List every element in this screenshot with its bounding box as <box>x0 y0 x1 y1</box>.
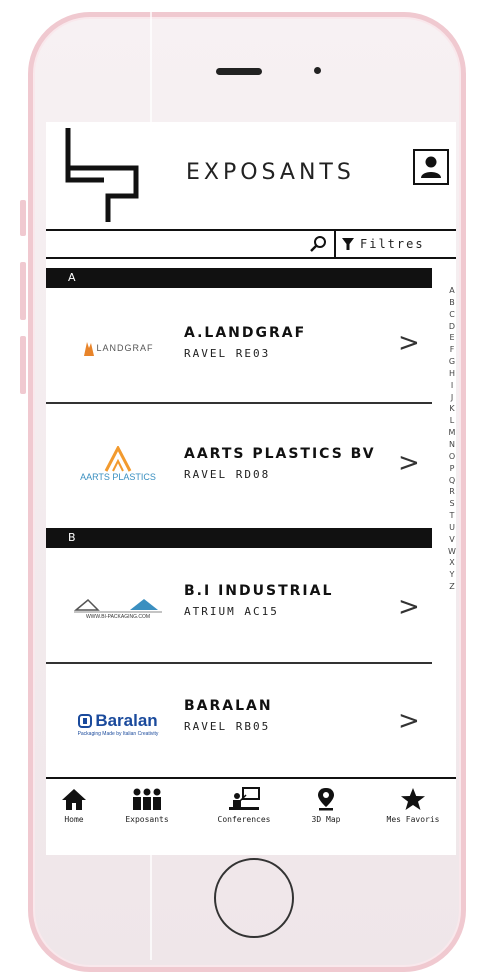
index-letter[interactable]: L <box>447 415 456 427</box>
section-header-a: A <box>46 268 432 288</box>
filter-icon <box>342 238 354 250</box>
exhibitor-name: AARTS PLASTICS BV <box>184 446 376 462</box>
app-screen: EXPOSANTS Filtres A LANDGRAF A.LANDGRAF … <box>46 122 456 855</box>
chevron-right-icon: > <box>398 592 420 622</box>
tab-3d-map[interactable]: 3D Map <box>306 787 346 824</box>
volume-up-button <box>20 262 26 320</box>
index-letter[interactable]: S <box>447 498 456 510</box>
index-letter[interactable]: T <box>447 510 456 522</box>
section-header-b: B <box>46 528 432 548</box>
tab-exposants[interactable]: Exposants <box>118 787 176 824</box>
lp-logo <box>65 128 139 222</box>
home-icon <box>62 789 86 810</box>
index-letter[interactable]: X <box>447 557 456 569</box>
index-letter[interactable]: J <box>447 392 456 404</box>
index-letter[interactable]: Y <box>447 569 456 581</box>
exhibitor-location: RAVEL RB05 <box>184 720 271 733</box>
exhibitor-location: RAVEL RD08 <box>184 468 271 481</box>
user-icon <box>421 156 441 178</box>
home-button[interactable] <box>214 858 294 938</box>
speaker-grille <box>216 68 262 75</box>
filter-button[interactable]: Filtres <box>334 231 425 257</box>
chevron-right-icon: > <box>398 706 420 736</box>
mute-switch <box>20 200 26 236</box>
index-letter[interactable]: K <box>447 403 456 415</box>
index-letter[interactable]: U <box>447 522 456 534</box>
index-letter[interactable]: P <box>447 463 456 475</box>
alphabet-index[interactable]: ABCDEFGHIJKLMNOPQRSTUVWXYZ <box>447 285 456 593</box>
exhibitor-name: B.I INDUSTRIAL <box>184 583 334 599</box>
bi-industrial-mark-icon <box>73 598 162 613</box>
exhibitor-logo: LANDGRAF <box>62 288 174 408</box>
index-letter[interactable]: B <box>447 297 456 309</box>
index-letter[interactable]: E <box>447 332 456 344</box>
exhibitor-name: A.LANDGRAF <box>184 325 307 341</box>
index-letter[interactable]: N <box>447 439 456 451</box>
volume-down-button <box>20 336 26 394</box>
index-letter[interactable]: R <box>447 486 456 498</box>
exhibitor-row[interactable]: Baralan Packaging Made by Italian Creati… <box>46 664 432 784</box>
exhibitor-location: RAVEL RE03 <box>184 347 271 360</box>
index-letter[interactable]: G <box>447 356 456 368</box>
search-filter-bar: Filtres <box>46 229 456 259</box>
app-header: EXPOSANTS <box>46 122 456 226</box>
index-letter[interactable]: V <box>447 534 456 546</box>
index-letter[interactable]: D <box>447 321 456 333</box>
page-title: EXPOSANTS <box>186 160 355 185</box>
profile-button[interactable] <box>413 149 449 185</box>
index-letter[interactable]: O <box>447 451 456 463</box>
exhibitor-row[interactable]: WWW.BI-PACKAGING.COM B.I INDUSTRIAL ATRI… <box>46 548 432 668</box>
search-icon[interactable] <box>308 234 328 254</box>
exhibitor-name: BARALAN <box>184 698 273 714</box>
star-icon <box>401 788 425 810</box>
tab-conferences[interactable]: Conferences <box>212 787 276 824</box>
index-letter[interactable]: Q <box>447 475 456 487</box>
index-letter[interactable]: A <box>447 285 456 297</box>
index-letter[interactable]: Z <box>447 581 456 593</box>
exhibitor-row[interactable]: AARTS PLASTICS AARTS PLASTICS BV RAVEL R… <box>46 404 432 524</box>
people-icon <box>133 788 161 810</box>
index-letter[interactable]: M <box>447 427 456 439</box>
index-letter[interactable]: F <box>447 344 456 356</box>
bottom-tab-bar: Home Exposants Conferences 3D Map Mes Fa… <box>46 777 456 855</box>
chevron-right-icon: > <box>398 328 420 358</box>
exhibitor-logo: Baralan Packaging Made by Italian Creati… <box>77 711 159 737</box>
baralan-mark-icon <box>78 714 93 728</box>
exhibitor-row[interactable]: LANDGRAF A.LANDGRAF RAVEL RE03 > <box>46 288 432 408</box>
exhibitor-logo: AARTS PLASTICS <box>62 404 174 524</box>
index-letter[interactable]: W <box>447 546 456 558</box>
filter-label: Filtres <box>360 237 425 251</box>
aarts-a-icon <box>104 446 132 472</box>
exhibitor-location: ATRIUM AC15 <box>184 605 279 618</box>
exhibitor-logo: WWW.BI-PACKAGING.COM <box>62 548 174 668</box>
landgraf-flame-icon <box>84 342 95 356</box>
tab-mes-favoris[interactable]: Mes Favoris <box>376 787 450 824</box>
front-camera <box>314 67 321 74</box>
presentation-icon <box>229 787 260 810</box>
index-letter[interactable]: I <box>447 380 456 392</box>
tab-home[interactable]: Home <box>54 787 94 824</box>
chevron-right-icon: > <box>398 448 420 478</box>
index-letter[interactable]: H <box>447 368 456 380</box>
index-letter[interactable]: C <box>447 309 456 321</box>
map-pin-icon <box>318 788 334 811</box>
